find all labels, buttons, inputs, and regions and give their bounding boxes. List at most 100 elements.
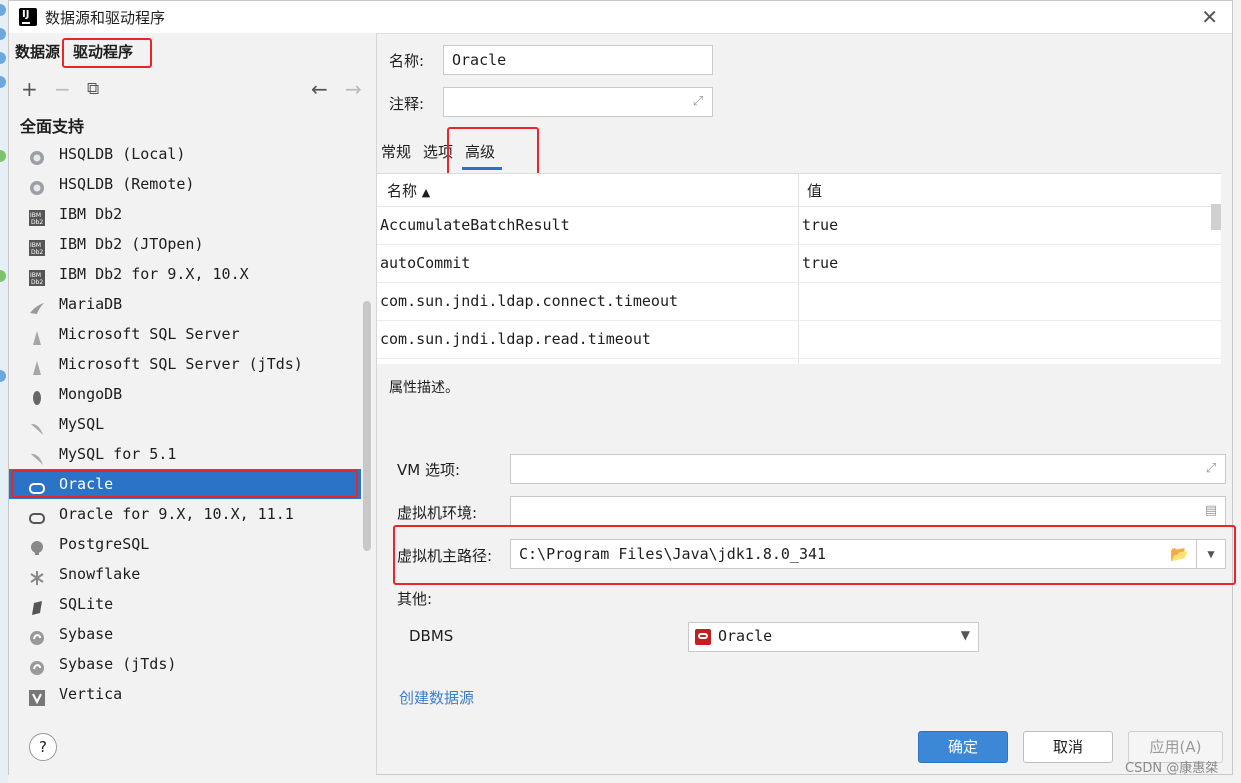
create-data-source-link[interactable]: 创建数据源 [399,687,474,708]
dbms-value: Oracle [718,627,773,645]
chevron-down-icon[interactable]: ▼ [961,628,970,642]
background-window-edge [0,0,8,783]
ok-button[interactable]: 确定 [918,731,1008,763]
table-row[interactable]: AccumulateBatchResult true [377,206,1221,245]
column-header-value[interactable]: 值 [807,180,822,201]
table-row[interactable]: com.sun.jndi.ldap.connect.timeout [377,282,1221,321]
document-icon[interactable]: ▤ [1203,503,1219,519]
driver-item-label: HSQLDB (Remote) [59,175,195,193]
driver-item-label: IBM Db2 for 9.X, 10.X [59,265,249,283]
driver-item-label: MySQL for 5.1 [59,445,177,463]
highlight-box-advanced-tab [447,127,539,177]
background-dot [0,52,6,64]
snowflake-icon [29,566,45,585]
driver-item[interactable]: MongoDB [9,379,361,409]
driver-item[interactable]: MySQL [9,409,361,439]
copy-icon[interactable]: ⧉ [87,79,99,99]
driver-toolbar: + − ⧉ ← → [9,77,376,105]
right-panel: 名称: Oracle 注释: ⤢ 常规 选项 高级 名称 ▲ 值 Accumul… [377,33,1236,775]
comment-field[interactable]: ⤢ [443,87,713,117]
properties-table: 名称 ▲ 值 AccumulateBatchResult true autoComm… [377,173,1221,364]
property-value[interactable]: true [802,244,838,282]
close-icon[interactable]: ✕ [1201,5,1218,29]
left-tabs: 数据源 驱动程序 [9,33,376,69]
driver-item[interactable]: PostgreSQL [9,529,361,559]
driver-item[interactable]: Microsoft SQL Server (jTds) [9,349,361,379]
comment-label: 注释: [389,95,425,113]
driver-item[interactable]: Snowflake [9,559,361,589]
mariadb-icon [29,296,45,314]
driver-item-label: Sybase (jTds) [59,655,177,673]
table-row[interactable]: autoCommit true [377,244,1221,283]
expand-icon[interactable]: ⤢ [690,94,706,110]
ibm-db2-icon: IBM Db2 [29,236,45,256]
sqlserver-icon [29,326,45,345]
add-icon[interactable]: + [21,77,38,101]
driver-item[interactable]: Oracle for 9.X, 10.X, 11.1 [9,499,361,529]
vertica-icon [29,686,45,706]
remove-icon[interactable]: − [54,77,71,101]
driver-item[interactable]: MySQL for 5.1 [9,439,361,469]
dbms-label: DBMS [409,627,454,645]
driver-item[interactable]: IBM Db2 IBM Db2 for 9.X, 10.X [9,259,361,289]
driver-list-scrollbar[interactable] [363,301,371,551]
background-dot [0,370,6,382]
driver-item[interactable]: Microsoft SQL Server [9,319,361,349]
chevron-down-icon[interactable]: ▼ [1196,540,1225,568]
forward-arrow-icon[interactable]: → [345,77,362,101]
driver-item[interactable]: IBM Db2 IBM Db2 (JTOpen) [9,229,361,259]
property-name: AccumulateBatchResult [380,216,570,234]
background-dot [0,270,6,282]
vm-home-path-field[interactable]: C:\Program Files\Java\jdk1.8.0_341 📂 ▼ [510,539,1226,569]
sybase-icon [29,626,45,645]
vm-home-label: 虚拟机主路径: [397,547,493,565]
driver-item-label: Microsoft SQL Server [59,325,240,343]
driver-item[interactable]: MariaDB [9,289,361,319]
property-value[interactable]: true [802,206,838,244]
background-dot [0,28,6,40]
driver-item-label: HSQLDB (Local) [59,145,186,163]
expand-icon[interactable]: ⤢ [1203,461,1219,477]
svg-text:IBM: IBM [30,272,41,279]
driver-item-label: Oracle for 9.X, 10.X, 11.1 [59,505,294,523]
cancel-button[interactable]: 取消 [1023,731,1113,763]
sqlite-icon [29,596,45,615]
tab-general[interactable]: 常规 [381,141,411,162]
driver-item[interactable]: SQLite [9,589,361,619]
tab-data-sources[interactable]: 数据源 [15,41,60,62]
back-arrow-icon[interactable]: ← [311,77,328,101]
name-field[interactable]: Oracle [443,45,713,75]
vm-options-field[interactable]: ⤢ [510,454,1226,484]
sybase-icon [29,656,45,675]
column-header-name[interactable]: 名称 ▲ [387,180,430,201]
svg-text:Db2: Db2 [31,219,43,226]
hsqldb-icon [29,176,45,195]
background-dot [0,4,6,16]
property-description: 属性描述。 [389,380,459,396]
window-title: 数据源和驱动程序 [45,9,166,27]
help-button[interactable]: ? [29,733,57,761]
driver-item-label: MongoDB [59,385,123,403]
folder-icon[interactable]: 📂 [1170,540,1189,568]
highlight-box-drivers-tab [62,38,152,68]
vm-options-label: VM 选项: [397,461,461,479]
svg-text:IBM: IBM [30,242,41,249]
driver-item[interactable]: IBM Db2 IBM Db2 [9,199,361,229]
sqlserver-icon [29,356,45,375]
csdn-watermark: CSDN @康惠桀 [1125,761,1219,776]
ibm-db2-icon: IBM Db2 [29,266,45,286]
driver-item[interactable]: Vertica [9,679,361,709]
driver-item[interactable]: HSQLDB (Remote) [9,169,361,199]
intellij-app-icon: IJ [17,6,37,26]
dbms-select[interactable]: Oracle ▼ [688,622,979,652]
driver-item[interactable]: HSQLDB (Local) [9,139,361,169]
section-full-support: 全面支持 [20,117,85,136]
table-row[interactable]: com.sun.jndi.ldap.read.timeout [377,320,1221,359]
table-scrollbar[interactable] [1211,204,1221,230]
driver-item[interactable]: Sybase (jTds) [9,649,361,679]
vm-env-label: 虚拟机环境: [397,504,478,522]
driver-item-label: Snowflake [59,565,141,583]
driver-list: HSQLDB (Local) HSQLDB (Remote) IBM Db2 IBM D… [9,139,361,709]
driver-item[interactable]: Sybase [9,619,361,649]
vm-env-field[interactable]: ▤ [510,496,1226,526]
